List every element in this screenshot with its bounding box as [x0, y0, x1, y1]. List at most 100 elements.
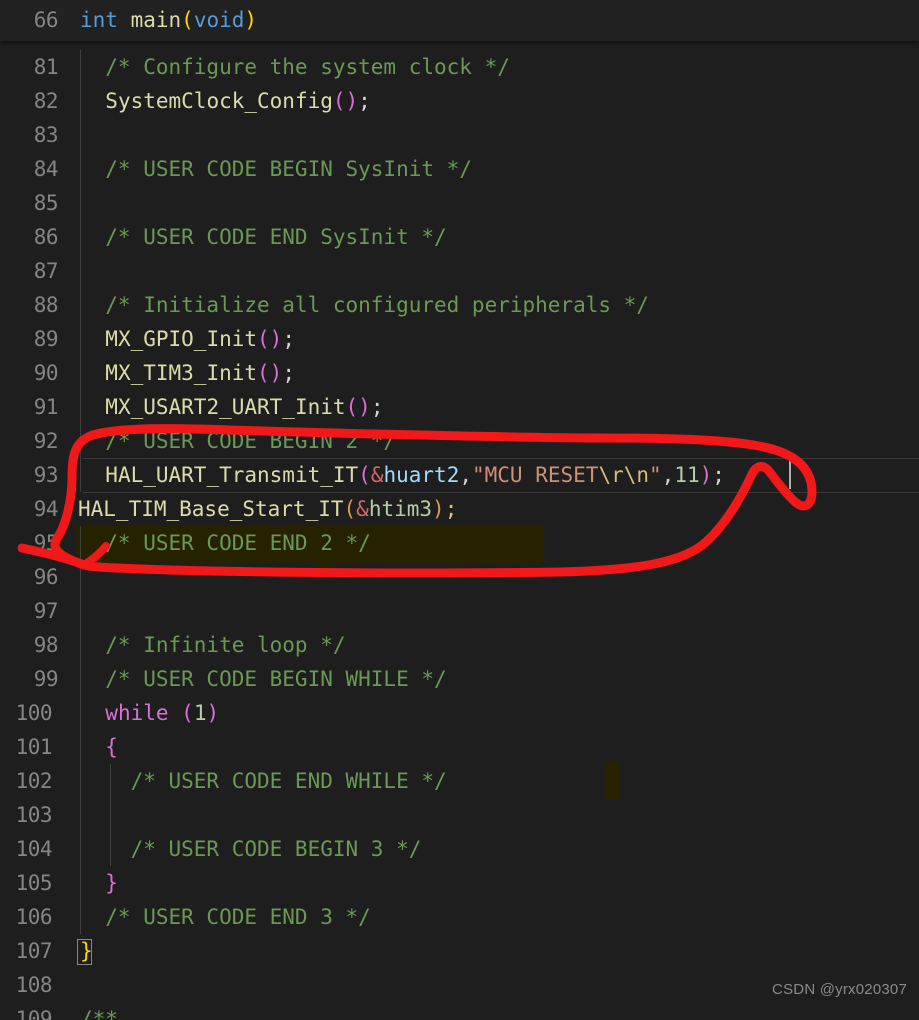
l93-token-6: "MCU RESET — [472, 463, 599, 487]
code-line-104[interactable]: 104 /* USER CODE BEGIN 3 */ — [0, 832, 919, 866]
code-line-87[interactable]: 87 — [0, 254, 919, 288]
code-line-105[interactable]: 105 } — [0, 866, 919, 900]
line-number-91[interactable]: 91 — [0, 390, 59, 424]
l90-token-2: () — [257, 361, 283, 385]
l82-token-1: SystemClock_Config — [105, 89, 333, 113]
l101-token-1: { — [105, 735, 118, 759]
line-number-82[interactable]: 82 — [0, 84, 59, 118]
code-line-92[interactable]: 92 /* USER CODE BEGIN 2 */ — [0, 424, 919, 458]
line-text-100: while (1) — [80, 696, 219, 730]
code-line-83[interactable]: 83 — [0, 118, 919, 152]
l93-token-2: ( — [358, 463, 371, 487]
line-text-104: /* USER CODE BEGIN 3 */ — [80, 832, 422, 866]
sticky-line-number: 66 — [33, 8, 59, 32]
line-number-83[interactable]: 83 — [0, 118, 59, 152]
line-number-100[interactable]: 100 — [0, 696, 53, 730]
line-number-94[interactable]: 94 — [0, 492, 59, 526]
code-line-103[interactable]: 103 — [0, 798, 919, 832]
code-line-89[interactable]: 89 MX_GPIO_Init(); — [0, 322, 919, 356]
code-line-84[interactable]: 84 /* USER CODE BEGIN SysInit */ — [0, 152, 919, 186]
code-line-86[interactable]: 86 /* USER CODE END SysInit */ — [0, 220, 919, 254]
code-line-97[interactable]: 97 — [0, 594, 919, 628]
line-number-105[interactable]: 105 — [0, 866, 53, 900]
l105-token-0 — [80, 871, 105, 895]
code-line-96[interactable]: 96 — [0, 560, 919, 594]
line-number-88[interactable]: 88 — [0, 288, 59, 322]
line-text-89: MX_GPIO_Init(); — [80, 322, 295, 356]
line-number-95[interactable]: 95 — [0, 526, 59, 560]
sticky-token-1 — [118, 8, 131, 32]
line-number-108[interactable]: 108 — [0, 968, 53, 1002]
code-line-91[interactable]: 91 MX_USART2_UART_Init(); — [0, 390, 919, 424]
l94-token-0: HAL_TIM_Base_Start_IT — [78, 497, 344, 521]
code-editor[interactable]: 81 /* Configure the system clock */82 Sy… — [0, 0, 919, 1020]
line-number-96[interactable]: 96 — [0, 560, 59, 594]
l94-token-5: ; — [444, 497, 458, 521]
indent-guide — [80, 186, 81, 220]
sticky-token-0: int — [80, 8, 118, 32]
l91-token-2: () — [345, 395, 371, 419]
line-number-101[interactable]: 101 — [0, 730, 53, 764]
code-line-98[interactable]: 98 /* Infinite loop */ — [0, 628, 919, 662]
line-text-88: /* Initialize all configured peripherals… — [80, 288, 649, 322]
l91-token-1: MX_USART2_UART_Init — [105, 395, 346, 419]
line-number-109[interactable]: 109 — [0, 1002, 53, 1020]
code-line-90[interactable]: 90 MX_TIM3_Init(); — [0, 356, 919, 390]
l93-token-0 — [80, 463, 105, 487]
code-line-109[interactable]: 109 /** — [0, 1002, 919, 1020]
line-text-98: /* Infinite loop */ — [80, 628, 346, 662]
code-line-99[interactable]: 99 /* USER CODE BEGIN WHILE */ — [0, 662, 919, 696]
line-number-103[interactable]: 103 — [0, 798, 53, 832]
line-number-99[interactable]: 99 — [0, 662, 59, 696]
l100-token-2 — [169, 701, 182, 725]
l82-token-3: ; — [358, 89, 371, 113]
l104-token-0: /* USER CODE BEGIN 3 */ — [80, 837, 422, 861]
line-text-81: /* Configure the system clock */ — [80, 50, 510, 84]
l93-token-4: huart2 — [383, 463, 460, 487]
l98-token-0: /* Infinite loop */ — [80, 633, 346, 657]
l100-token-1: while — [105, 701, 169, 725]
line-number-93[interactable]: 93 — [0, 458, 59, 492]
code-line-102[interactable]: 102 /* USER CODE END WHILE */ — [0, 764, 919, 798]
line-text-86: /* USER CODE END SysInit */ — [80, 220, 446, 254]
text-caret — [789, 461, 791, 489]
code-line-106[interactable]: 106 /* USER CODE END 3 */ — [0, 900, 919, 934]
code-line-85[interactable]: 85 — [0, 186, 919, 220]
code-line-81[interactable]: 81 /* Configure the system clock */ — [0, 50, 919, 84]
current-line-border-bottom — [83, 492, 919, 493]
code-line-95[interactable]: 95 /* USER CODE END 2 */ — [0, 526, 919, 560]
line-number-89[interactable]: 89 — [0, 322, 59, 356]
code-line-82[interactable]: 82 SystemClock_Config(); — [0, 84, 919, 118]
sticky-scroll-header[interactable]: 66 int main(void) — [0, 0, 919, 41]
l94-token-3: htim3 — [368, 497, 433, 521]
line-number-102[interactable]: 102 — [0, 764, 53, 798]
line-number-87[interactable]: 87 — [0, 254, 59, 288]
line-number-97[interactable]: 97 — [0, 594, 59, 628]
line-number-90[interactable]: 90 — [0, 356, 59, 390]
l88-token-0: /* Initialize all configured peripherals… — [80, 293, 649, 317]
line-number-86[interactable]: 86 — [0, 220, 59, 254]
code-line-107[interactable]: 107} — [0, 934, 919, 968]
current-line-border-top — [83, 458, 919, 459]
line-number-92[interactable]: 92 — [0, 424, 59, 458]
line-text-90: MX_TIM3_Init(); — [80, 356, 295, 390]
code-line-88[interactable]: 88 /* Initialize all configured peripher… — [0, 288, 919, 322]
sticky-token-3: ( — [181, 8, 194, 32]
line-number-85[interactable]: 85 — [0, 186, 59, 220]
line-number-81[interactable]: 81 — [0, 50, 59, 84]
l89-token-1: MX_GPIO_Init — [105, 327, 258, 351]
line-number-84[interactable]: 84 — [0, 152, 59, 186]
code-line-100[interactable]: 100 while (1) — [0, 696, 919, 730]
l95-token-0: /* USER CODE END 2 */ — [80, 531, 371, 555]
line-text-92: /* USER CODE BEGIN 2 */ — [80, 424, 396, 458]
sticky-header-line[interactable]: 66 int main(void) — [0, 0, 919, 41]
line-text-109: /** — [80, 1002, 118, 1020]
line-number-104[interactable]: 104 — [0, 832, 53, 866]
l109-token-0: /** — [80, 1007, 118, 1020]
line-number-106[interactable]: 106 — [0, 900, 53, 934]
line-number-107[interactable]: 107 — [0, 934, 53, 968]
code-line-94[interactable]: 94 HAL_TIM_Base_Start_IT(&htim3); — [0, 492, 919, 526]
line-number-98[interactable]: 98 — [0, 628, 59, 662]
code-line-93[interactable]: 93 HAL_UART_Transmit_IT(&huart2,"MCU RES… — [0, 458, 919, 492]
code-line-101[interactable]: 101 { — [0, 730, 919, 764]
